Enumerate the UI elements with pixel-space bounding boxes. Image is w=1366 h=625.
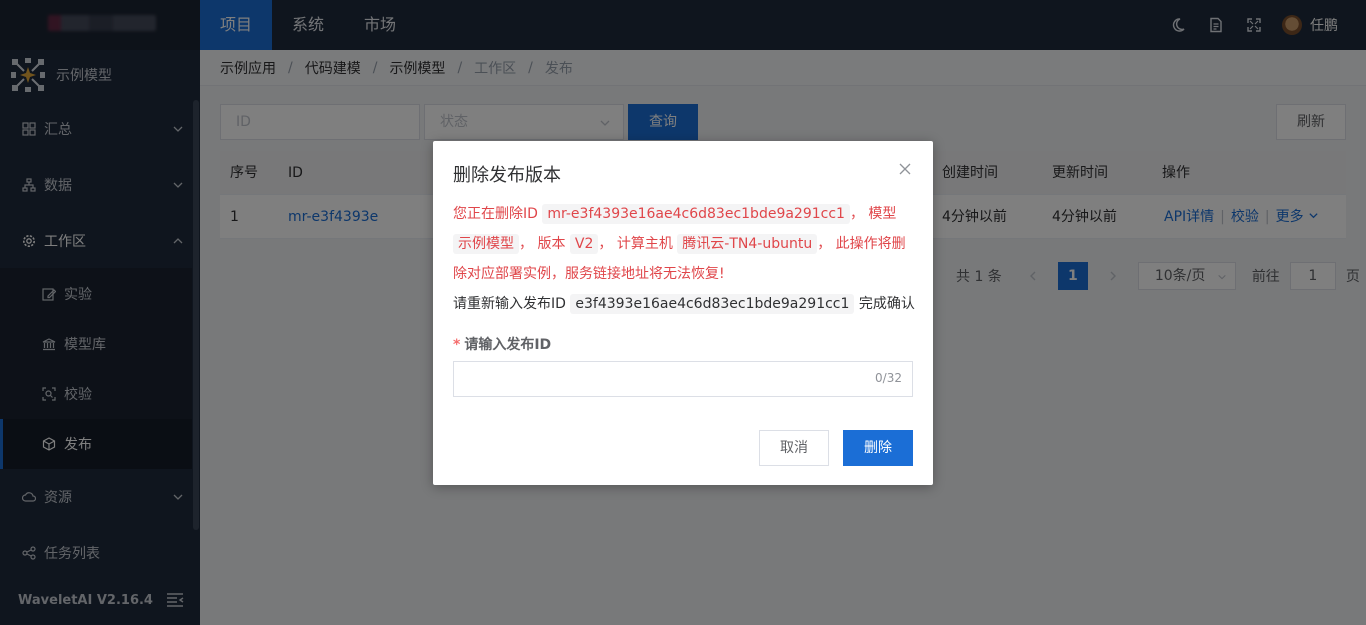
dialog-title: 删除发布版本	[453, 165, 561, 186]
warning-segment: ，	[817, 236, 832, 252]
warning-segment: 计算主机	[616, 236, 673, 252]
warning-text: 您正在删除ID mr-e3f4393e16ae4c6d83ec1bde9a291…	[453, 199, 915, 289]
confirm-suffix: 完成确认	[858, 296, 915, 312]
release-id-input[interactable]: 0/32	[453, 361, 913, 397]
host-code: 腾讯云-TN4-ubuntu	[677, 234, 818, 254]
delete-release-dialog: 删除发布版本 您正在删除ID mr-e3f4393e16ae4c6d83ec1b…	[433, 141, 933, 485]
confirm-id-code: e3f4393e16ae4c6d83ec1bde9a291cc1	[570, 294, 855, 314]
field-label-text: 请输入发布ID	[464, 337, 552, 353]
confirm-instruction: 请重新输入发布ID e3f4393e16ae4c6d83ec1bde9a291c…	[453, 289, 915, 319]
warning-segment: ，	[849, 206, 864, 222]
warning-segment: 版本	[537, 236, 566, 252]
dialog-message: 您正在删除ID mr-e3f4393e16ae4c6d83ec1bde9a291…	[453, 199, 915, 319]
model-name-code: 示例模型	[453, 234, 519, 254]
release-id-field-label: * 请输入发布ID	[453, 337, 552, 353]
warning-segment: ，	[519, 236, 533, 252]
delete-button[interactable]: 删除	[843, 430, 913, 466]
warning-segment: ，	[598, 236, 613, 252]
warning-segment: 模型	[868, 206, 897, 222]
release-id-code: mr-e3f4393e16ae4c6d83ec1bde9a291cc1	[542, 204, 850, 224]
version-code: V2	[569, 234, 599, 254]
warning-segment: 您正在删除ID	[453, 206, 538, 222]
char-counter: 0/32	[875, 371, 902, 385]
confirm-prefix: 请重新输入发布ID	[453, 296, 566, 312]
close-icon[interactable]	[899, 163, 911, 175]
cancel-button[interactable]: 取消	[759, 430, 829, 466]
